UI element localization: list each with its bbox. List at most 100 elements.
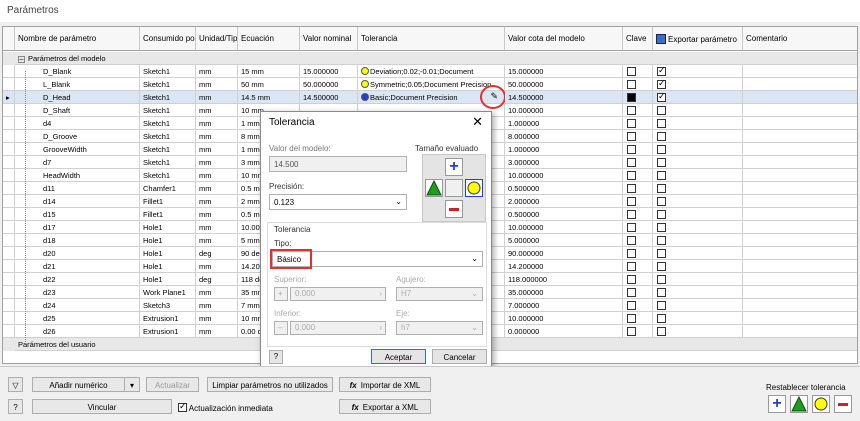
key-checkbox[interactable]	[627, 132, 636, 141]
row-selector[interactable]	[3, 169, 15, 182]
cell-name[interactable]: d20	[15, 247, 140, 260]
cell-name[interactable]: d11	[15, 182, 140, 195]
column-header[interactable]: Consumido por	[140, 27, 196, 51]
column-header[interactable]: Tolerancia	[358, 27, 505, 51]
cell-comment[interactable]	[743, 247, 857, 260]
cell-comment[interactable]	[743, 221, 857, 234]
key-checkbox[interactable]	[627, 119, 636, 128]
link-button[interactable]: Vincular	[32, 399, 172, 414]
cell-name[interactable]: d21	[15, 260, 140, 273]
row-selector[interactable]	[3, 234, 15, 247]
row-selector[interactable]	[3, 182, 15, 195]
cell-tol[interactable]: Deviation;0.02;-0.01;Document	[358, 65, 505, 78]
column-header[interactable]: Clave	[623, 27, 653, 51]
cell-comment[interactable]	[743, 299, 857, 312]
key-checkbox[interactable]	[627, 93, 636, 102]
cell-comment[interactable]	[743, 208, 857, 221]
table-row[interactable]: L_Blank Sketch1 mm 50 mm 50.000000 Symmetric;…	[3, 78, 857, 91]
export-checkbox[interactable]	[657, 210, 666, 219]
export-checkbox[interactable]	[657, 197, 666, 206]
cell-name[interactable]: d23	[15, 286, 140, 299]
shaft-select[interactable]: h7 ⌄	[396, 321, 483, 335]
upper-plus-icon[interactable]: +	[274, 287, 288, 301]
cell-comment[interactable]	[743, 260, 857, 273]
row-selector[interactable]	[3, 312, 15, 325]
row-selector[interactable]	[3, 143, 15, 156]
cell-comment[interactable]	[743, 130, 857, 143]
export-checkbox[interactable]	[657, 301, 666, 310]
key-checkbox[interactable]	[627, 158, 636, 167]
cell-comment[interactable]	[743, 182, 857, 195]
export-checkbox[interactable]	[657, 65, 666, 76]
chevron-down-icon[interactable]: ▾	[124, 377, 140, 392]
key-checkbox[interactable]	[627, 145, 636, 154]
update-button[interactable]: Actualizar	[146, 377, 199, 392]
column-header[interactable]: Nombre de parámetro	[15, 27, 140, 51]
key-checkbox[interactable]	[627, 236, 636, 245]
row-selector[interactable]	[3, 130, 15, 143]
cell-name[interactable]: d17	[15, 221, 140, 234]
export-checkbox[interactable]	[657, 275, 666, 284]
key-checkbox[interactable]	[627, 314, 636, 323]
reset-nominal-button[interactable]	[790, 395, 808, 413]
row-selector[interactable]	[3, 260, 15, 273]
export-checkbox[interactable]	[657, 106, 666, 115]
cell-name[interactable]: D_Shaft	[15, 104, 140, 117]
cell-name[interactable]: HeadWidth	[15, 169, 140, 182]
table-row[interactable]: D_Blank Sketch1 mm 15 mm 15.000000 Deviation;…	[3, 65, 857, 78]
column-header[interactable]: Ecuación	[238, 27, 300, 51]
row-selector[interactable]	[3, 195, 15, 208]
accept-button[interactable]: Aceptar	[371, 349, 426, 364]
key-checkbox[interactable]	[627, 327, 636, 336]
export-checkbox[interactable]	[657, 91, 666, 102]
row-selector[interactable]	[3, 221, 15, 234]
cell-eq[interactable]: 50 mm	[238, 78, 300, 91]
lower-size-button[interactable]	[445, 200, 463, 218]
export-checkbox[interactable]	[657, 171, 666, 180]
key-checkbox[interactable]	[627, 171, 636, 180]
cell-name[interactable]: D_Groove	[15, 130, 140, 143]
close-icon[interactable]: ✕	[472, 114, 483, 130]
cell-comment[interactable]	[743, 65, 857, 78]
key-checkbox[interactable]	[627, 301, 636, 310]
key-checkbox[interactable]	[627, 262, 636, 271]
key-checkbox[interactable]	[627, 197, 636, 206]
row-selector[interactable]	[3, 325, 15, 338]
row-selector[interactable]	[3, 208, 15, 221]
cell-name[interactable]: d7	[15, 156, 140, 169]
immediate-update-checkbox[interactable]: Actualización inmediata	[178, 401, 273, 413]
cell-name[interactable]: d14	[15, 195, 140, 208]
key-checkbox[interactable]	[627, 223, 636, 232]
cell-comment[interactable]	[743, 91, 857, 104]
cell-comment[interactable]	[743, 312, 857, 325]
column-header[interactable]: Unidad/Tipo	[196, 27, 238, 51]
row-selector[interactable]	[3, 273, 15, 286]
cell-name[interactable]: d18	[15, 234, 140, 247]
column-header[interactable]: Exportar parámetro	[653, 27, 743, 51]
reset-lower-button[interactable]	[834, 395, 852, 413]
lower-field[interactable]: 0.000 ›	[290, 321, 386, 335]
row-selector[interactable]	[3, 299, 15, 312]
cell-eq[interactable]: 14.5 mm	[238, 91, 300, 104]
cell-name[interactable]: d24	[15, 299, 140, 312]
cell-name[interactable]: D_Blank	[15, 65, 140, 78]
export-checkbox[interactable]	[657, 158, 666, 167]
export-checkbox[interactable]	[657, 236, 666, 245]
collapse-icon[interactable]: –	[18, 56, 25, 63]
row-selector[interactable]	[3, 247, 15, 260]
add-numeric-button[interactable]: Añadir numérico	[32, 377, 125, 392]
key-checkbox[interactable]	[627, 288, 636, 297]
export-checkbox[interactable]	[657, 78, 666, 89]
row-selector[interactable]	[3, 286, 15, 299]
cell-comment[interactable]	[743, 78, 857, 91]
row-selector[interactable]	[3, 65, 15, 78]
cell-name[interactable]: L_Blank	[15, 78, 140, 91]
table-row[interactable]: ▸ D_Head Sketch1 mm 14.5 mm 14.500000 Basic;Do…	[3, 85, 857, 109]
export-checkbox[interactable]	[657, 288, 666, 297]
cell-nom[interactable]: 15.000000	[300, 65, 358, 78]
export-checkbox[interactable]	[657, 327, 666, 336]
cell-comment[interactable]	[743, 325, 857, 338]
cell-nom[interactable]: 50.000000	[300, 78, 358, 91]
nominal-size-button[interactable]	[425, 179, 443, 197]
export-checkbox[interactable]	[657, 314, 666, 323]
